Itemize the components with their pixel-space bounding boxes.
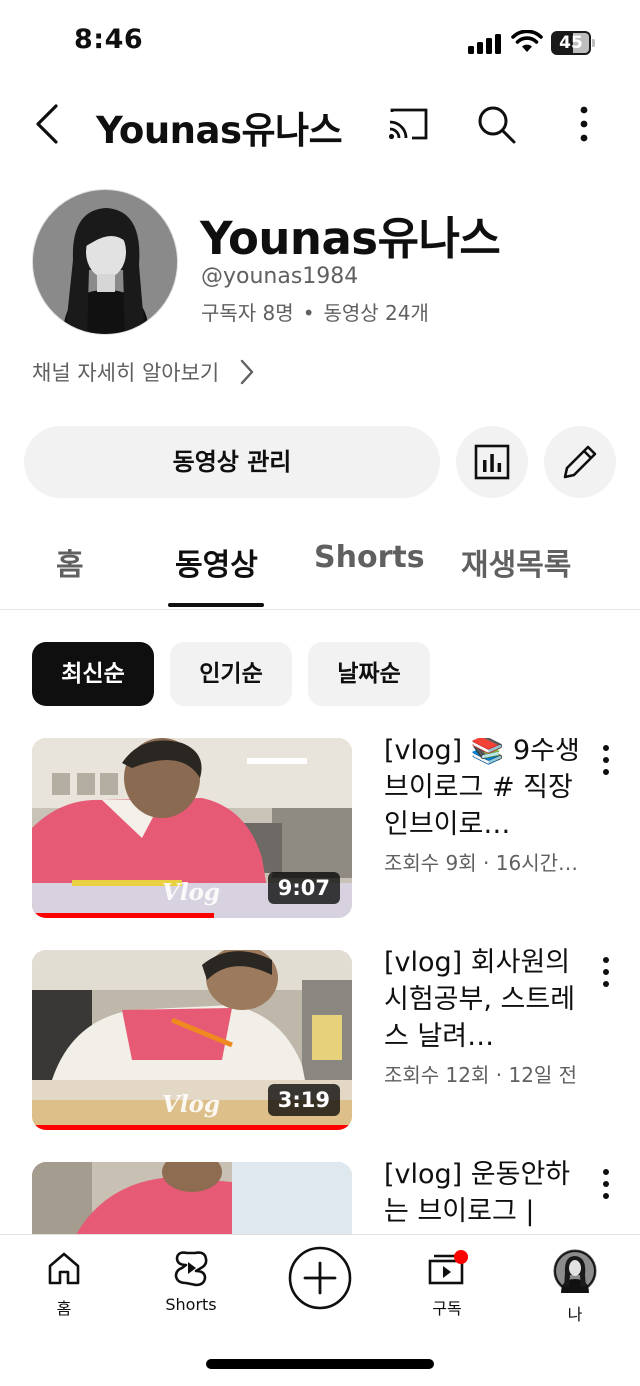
home-icon bbox=[48, 1252, 80, 1285]
battery-level: 45 bbox=[559, 33, 583, 53]
watch-progress-bar bbox=[32, 913, 215, 918]
vlog-watermark: Vlog bbox=[162, 879, 221, 906]
home-indicator bbox=[206, 1359, 434, 1369]
tab-home[interactable]: 홈 bbox=[56, 540, 84, 584]
create-plus-icon bbox=[288, 1246, 352, 1310]
tab-videos[interactable]: 동영상 bbox=[175, 540, 258, 584]
nav-you[interactable]: 나 bbox=[520, 1249, 630, 1325]
channel-avatar[interactable] bbox=[32, 189, 178, 335]
nav-home[interactable]: 홈 bbox=[9, 1249, 119, 1319]
video-thumbnail[interactable] bbox=[32, 1162, 352, 1234]
channel-header: Younas유나스 bbox=[0, 86, 640, 160]
cast-icon[interactable] bbox=[384, 100, 432, 148]
nav-shorts[interactable]: Shorts bbox=[136, 1249, 246, 1314]
nav-home-label: 홈 bbox=[56, 1299, 72, 1318]
chip-latest[interactable]: 최신순 bbox=[32, 642, 154, 706]
stats-separator: • bbox=[302, 301, 315, 325]
video-meta: 조회수 12회 · 12일 전 bbox=[384, 1063, 578, 1087]
battery-icon: 45 bbox=[551, 31, 595, 55]
nav-subscriptions[interactable]: 구독 bbox=[392, 1249, 502, 1319]
chip-oldest[interactable]: 날짜순 bbox=[308, 642, 430, 706]
video-more-icon[interactable] bbox=[594, 742, 618, 778]
search-icon[interactable] bbox=[472, 100, 520, 148]
channel-more-info-link[interactable]: 채널 자세히 알아보기 bbox=[32, 357, 255, 387]
shorts-icon bbox=[174, 1251, 208, 1287]
video-item[interactable]: Vlog 3:19 [vlog] 회사원의 시험공부, 스트레스 날려… 조회수… bbox=[0, 947, 640, 1130]
back-icon[interactable] bbox=[28, 100, 68, 148]
video-title[interactable]: [vlog] 📚 9수생 브이로그 # 직장인브이로… bbox=[384, 738, 584, 843]
video-thumbnail[interactable]: Vlog 9:07 bbox=[32, 738, 352, 918]
tab-playlists[interactable]: 재생목록 bbox=[461, 540, 571, 584]
header-title: Younas유나스 bbox=[96, 109, 343, 152]
video-more-icon[interactable] bbox=[594, 1166, 618, 1202]
more-info-label: 채널 자세히 알아보기 bbox=[32, 361, 220, 385]
nav-subscriptions-label: 구독 bbox=[432, 1299, 462, 1318]
cellular-signal-icon bbox=[468, 32, 502, 54]
video-item[interactable]: Vlog 9:07 [vlog] 📚 9수생 브이로그 # 직장인브이로… 조회… bbox=[0, 738, 640, 918]
nav-shorts-label: Shorts bbox=[165, 1295, 217, 1314]
nav-create[interactable] bbox=[265, 1245, 375, 1315]
channel-tabs: 홈 동영상 Shorts 재생목록 bbox=[0, 524, 640, 610]
channel-stats: 구독자 8명 • 동영상 24개 bbox=[201, 297, 429, 326]
analytics-icon bbox=[474, 444, 510, 480]
wifi-icon bbox=[511, 30, 543, 52]
manage-videos-button[interactable]: 동영상 관리 bbox=[24, 426, 440, 498]
video-count: 동영상 24개 bbox=[323, 301, 429, 325]
chip-popular[interactable]: 인기순 bbox=[170, 642, 292, 706]
video-title[interactable]: [vlog] 회사원의 시험공부, 스트레스 날려… bbox=[384, 944, 584, 1055]
active-tab-indicator bbox=[168, 603, 264, 607]
video-duration: 9:07 bbox=[267, 872, 340, 904]
analytics-button[interactable] bbox=[456, 426, 528, 498]
video-item[interactable]: [vlog] 운동안하는 브이로그 | bbox=[0, 1159, 640, 1234]
subscriptions-icon bbox=[428, 1250, 468, 1285]
edit-channel-button[interactable] bbox=[544, 426, 616, 498]
channel-name: Younas유나스 bbox=[200, 212, 501, 265]
nav-you-label: 나 bbox=[567, 1305, 583, 1324]
video-more-icon[interactable] bbox=[594, 954, 618, 990]
tab-shorts[interactable]: Shorts bbox=[314, 540, 425, 575]
edit-pencil-icon bbox=[563, 445, 597, 479]
status-time: 8:46 bbox=[74, 24, 144, 55]
video-meta: 조회수 9회 · 16시간… bbox=[384, 851, 579, 875]
vlog-watermark: Vlog bbox=[162, 1091, 221, 1118]
more-vert-icon[interactable] bbox=[560, 100, 608, 148]
chevron-right-icon bbox=[241, 359, 254, 385]
watch-progress-bar bbox=[32, 1125, 352, 1130]
profile-avatar-icon bbox=[553, 1249, 597, 1293]
video-list: Vlog 9:07 [vlog] 📚 9수생 브이로그 # 직장인브이로… 조회… bbox=[0, 738, 640, 1234]
video-title[interactable]: [vlog] 운동안하는 브이로그 | bbox=[384, 1156, 584, 1230]
subscriber-count: 구독자 8명 bbox=[201, 301, 294, 325]
video-duration: 3:19 bbox=[267, 1084, 340, 1116]
channel-handle: @younas1984 bbox=[201, 264, 359, 289]
status-bar: 8:46 45 bbox=[0, 0, 640, 86]
video-thumbnail[interactable]: Vlog 3:19 bbox=[32, 950, 352, 1130]
